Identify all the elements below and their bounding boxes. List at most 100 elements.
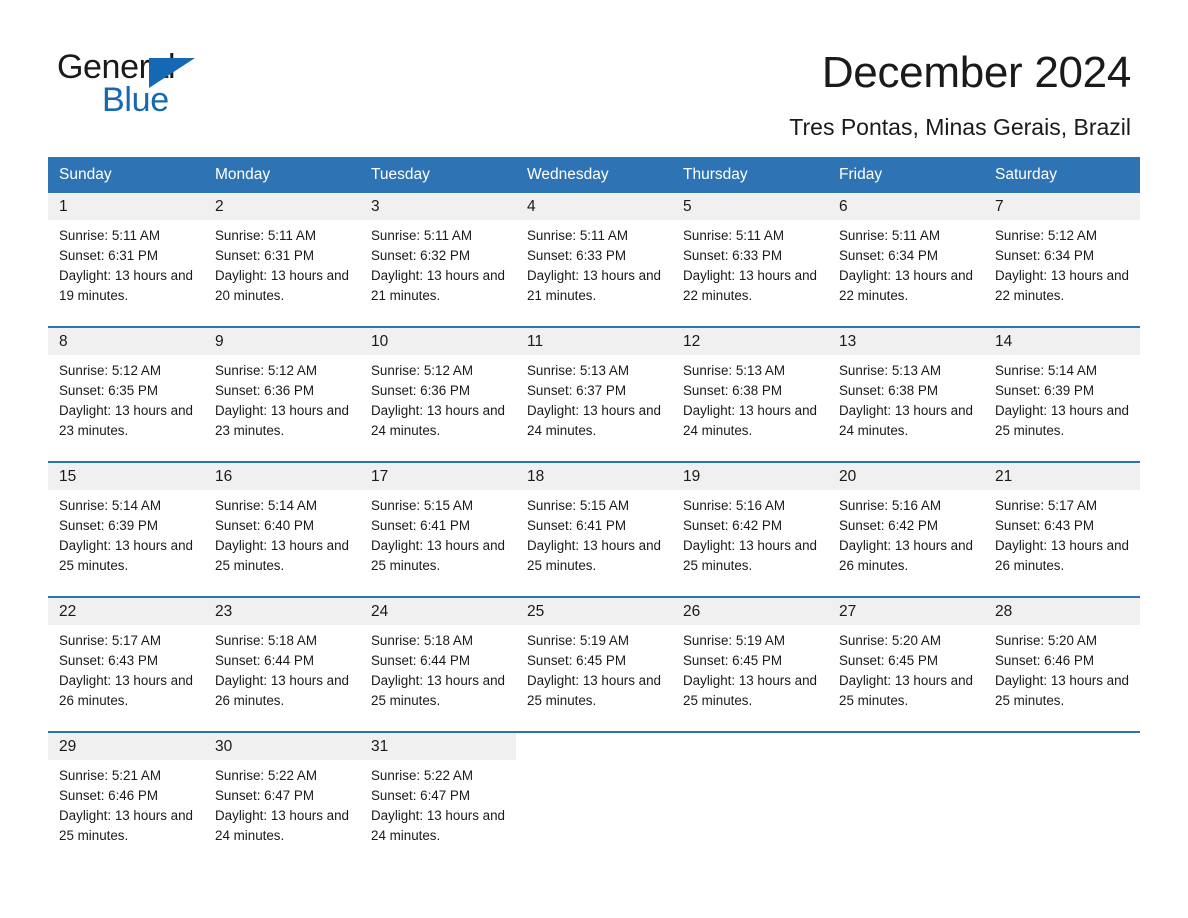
- day-cell[interactable]: 31 Sunrise: 5:22 AM Sunset: 6:47 PM Dayl…: [360, 731, 516, 866]
- day-number: 22: [48, 598, 204, 625]
- day-details: Sunrise: 5:11 AM Sunset: 6:34 PM Dayligh…: [828, 220, 984, 306]
- day-details: Sunrise: 5:20 AM Sunset: 6:45 PM Dayligh…: [828, 625, 984, 711]
- sunrise-text: Sunrise: 5:15 AM: [527, 498, 629, 513]
- day-cell[interactable]: 15 Sunrise: 5:14 AM Sunset: 6:39 PM Dayl…: [48, 461, 204, 597]
- day-cell[interactable]: 28 Sunrise: 5:20 AM Sunset: 6:46 PM Dayl…: [984, 596, 1140, 732]
- sunrise-text: Sunrise: 5:18 AM: [371, 633, 473, 648]
- day-cell[interactable]: 29 Sunrise: 5:21 AM Sunset: 6:46 PM Dayl…: [48, 731, 204, 866]
- day-number: 24: [360, 598, 516, 625]
- sunrise-text: Sunrise: 5:19 AM: [683, 633, 785, 648]
- day-cell[interactable]: 18 Sunrise: 5:15 AM Sunset: 6:41 PM Dayl…: [516, 461, 672, 597]
- day-cell[interactable]: 19 Sunrise: 5:16 AM Sunset: 6:42 PM Dayl…: [672, 461, 828, 597]
- day-cell[interactable]: 6 Sunrise: 5:11 AM Sunset: 6:34 PM Dayli…: [828, 193, 984, 327]
- weekday-header-sunday: Sunday: [48, 157, 204, 193]
- daylight-text: Daylight: 13 hours and 25 minutes.: [995, 403, 1129, 438]
- day-cell[interactable]: 25 Sunrise: 5:19 AM Sunset: 6:45 PM Dayl…: [516, 596, 672, 732]
- daylight-text: Daylight: 13 hours and 25 minutes.: [527, 538, 661, 573]
- day-cell[interactable]: 1 Sunrise: 5:11 AM Sunset: 6:31 PM Dayli…: [48, 193, 204, 327]
- day-cell[interactable]: 2 Sunrise: 5:11 AM Sunset: 6:31 PM Dayli…: [204, 193, 360, 327]
- sunset-text: Sunset: 6:34 PM: [995, 248, 1094, 263]
- sunset-text: Sunset: 6:33 PM: [527, 248, 626, 263]
- day-details: Sunrise: 5:19 AM Sunset: 6:45 PM Dayligh…: [516, 625, 672, 711]
- sunset-text: Sunset: 6:33 PM: [683, 248, 782, 263]
- daylight-text: Daylight: 13 hours and 26 minutes.: [995, 538, 1129, 573]
- daylight-text: Daylight: 13 hours and 23 minutes.: [215, 403, 349, 438]
- sunset-text: Sunset: 6:44 PM: [371, 653, 470, 668]
- day-cell[interactable]: 9 Sunrise: 5:12 AM Sunset: 6:36 PM Dayli…: [204, 326, 360, 462]
- day-number: 30: [204, 733, 360, 760]
- daylight-text: Daylight: 13 hours and 26 minutes.: [59, 673, 193, 708]
- sunset-text: Sunset: 6:39 PM: [995, 383, 1094, 398]
- day-cell[interactable]: 22 Sunrise: 5:17 AM Sunset: 6:43 PM Dayl…: [48, 596, 204, 732]
- sunset-text: Sunset: 6:42 PM: [839, 518, 938, 533]
- day-details: Sunrise: 5:12 AM Sunset: 6:35 PM Dayligh…: [48, 355, 204, 441]
- day-details: Sunrise: 5:18 AM Sunset: 6:44 PM Dayligh…: [360, 625, 516, 711]
- page-title: December 2024: [821, 48, 1131, 97]
- day-number: 14: [984, 328, 1140, 355]
- sunrise-text: Sunrise: 5:19 AM: [527, 633, 629, 648]
- day-number: 19: [672, 463, 828, 490]
- sunset-text: Sunset: 6:45 PM: [527, 653, 626, 668]
- day-number: 15: [48, 463, 204, 490]
- sunrise-text: Sunrise: 5:20 AM: [995, 633, 1097, 648]
- day-details: Sunrise: 5:11 AM Sunset: 6:31 PM Dayligh…: [48, 220, 204, 306]
- sunrise-text: Sunrise: 5:17 AM: [59, 633, 161, 648]
- calendar-week-row: 22 Sunrise: 5:17 AM Sunset: 6:43 PM Dayl…: [48, 596, 1140, 732]
- day-cell-empty: [672, 731, 828, 866]
- day-details: Sunrise: 5:22 AM Sunset: 6:47 PM Dayligh…: [204, 760, 360, 846]
- day-cell[interactable]: 24 Sunrise: 5:18 AM Sunset: 6:44 PM Dayl…: [360, 596, 516, 732]
- day-details: Sunrise: 5:21 AM Sunset: 6:46 PM Dayligh…: [48, 760, 204, 846]
- sunset-text: Sunset: 6:41 PM: [527, 518, 626, 533]
- day-number: 13: [828, 328, 984, 355]
- day-cell[interactable]: 21 Sunrise: 5:17 AM Sunset: 6:43 PM Dayl…: [984, 461, 1140, 597]
- sunset-text: Sunset: 6:45 PM: [839, 653, 938, 668]
- calendar-week-row: 8 Sunrise: 5:12 AM Sunset: 6:35 PM Dayli…: [48, 326, 1140, 462]
- day-cell[interactable]: 30 Sunrise: 5:22 AM Sunset: 6:47 PM Dayl…: [204, 731, 360, 866]
- day-cell[interactable]: 14 Sunrise: 5:14 AM Sunset: 6:39 PM Dayl…: [984, 326, 1140, 462]
- sunrise-text: Sunrise: 5:12 AM: [215, 363, 317, 378]
- day-cell[interactable]: 4 Sunrise: 5:11 AM Sunset: 6:33 PM Dayli…: [516, 193, 672, 327]
- day-cell[interactable]: 27 Sunrise: 5:20 AM Sunset: 6:45 PM Dayl…: [828, 596, 984, 732]
- page-subtitle-location: Tres Pontas, Minas Gerais, Brazil: [789, 114, 1131, 140]
- day-cell[interactable]: 23 Sunrise: 5:18 AM Sunset: 6:44 PM Dayl…: [204, 596, 360, 732]
- daylight-text: Daylight: 13 hours and 25 minutes.: [995, 673, 1129, 708]
- day-details: Sunrise: 5:17 AM Sunset: 6:43 PM Dayligh…: [984, 490, 1140, 576]
- day-number: 26: [672, 598, 828, 625]
- day-cell[interactable]: 11 Sunrise: 5:13 AM Sunset: 6:37 PM Dayl…: [516, 326, 672, 462]
- day-number: 8: [48, 328, 204, 355]
- daylight-text: Daylight: 13 hours and 24 minutes.: [527, 403, 661, 438]
- sunrise-text: Sunrise: 5:14 AM: [215, 498, 317, 513]
- day-cell[interactable]: 12 Sunrise: 5:13 AM Sunset: 6:38 PM Dayl…: [672, 326, 828, 462]
- day-cell[interactable]: 7 Sunrise: 5:12 AM Sunset: 6:34 PM Dayli…: [984, 193, 1140, 327]
- day-cell[interactable]: 10 Sunrise: 5:12 AM Sunset: 6:36 PM Dayl…: [360, 326, 516, 462]
- daylight-text: Daylight: 13 hours and 21 minutes.: [527, 268, 661, 303]
- day-number: 4: [516, 193, 672, 220]
- sunset-text: Sunset: 6:34 PM: [839, 248, 938, 263]
- day-cell[interactable]: 17 Sunrise: 5:15 AM Sunset: 6:41 PM Dayl…: [360, 461, 516, 597]
- sunrise-text: Sunrise: 5:11 AM: [215, 228, 316, 243]
- sunset-text: Sunset: 6:32 PM: [371, 248, 470, 263]
- sunset-text: Sunset: 6:47 PM: [371, 788, 470, 803]
- day-cell[interactable]: 8 Sunrise: 5:12 AM Sunset: 6:35 PM Dayli…: [48, 326, 204, 462]
- calendar-page: General Blue December 2024 Tres Pontas, …: [0, 0, 1188, 918]
- sunrise-text: Sunrise: 5:14 AM: [59, 498, 161, 513]
- day-details: Sunrise: 5:11 AM Sunset: 6:33 PM Dayligh…: [516, 220, 672, 306]
- day-details: Sunrise: 5:20 AM Sunset: 6:46 PM Dayligh…: [984, 625, 1140, 711]
- weekday-header-tuesday: Tuesday: [360, 157, 516, 193]
- day-cell[interactable]: 26 Sunrise: 5:19 AM Sunset: 6:45 PM Dayl…: [672, 596, 828, 732]
- day-cell[interactable]: 20 Sunrise: 5:16 AM Sunset: 6:42 PM Dayl…: [828, 461, 984, 597]
- day-cell[interactable]: 3 Sunrise: 5:11 AM Sunset: 6:32 PM Dayli…: [360, 193, 516, 327]
- calendar-week-row: 1 Sunrise: 5:11 AM Sunset: 6:31 PM Dayli…: [48, 193, 1140, 327]
- day-number: 10: [360, 328, 516, 355]
- day-number: 21: [984, 463, 1140, 490]
- sunset-text: Sunset: 6:35 PM: [59, 383, 158, 398]
- generalblue-logo[interactable]: General Blue: [57, 48, 257, 123]
- sunrise-text: Sunrise: 5:12 AM: [59, 363, 161, 378]
- day-cell[interactable]: 16 Sunrise: 5:14 AM Sunset: 6:40 PM Dayl…: [204, 461, 360, 597]
- sunset-text: Sunset: 6:45 PM: [683, 653, 782, 668]
- day-cell[interactable]: 13 Sunrise: 5:13 AM Sunset: 6:38 PM Dayl…: [828, 326, 984, 462]
- day-cell[interactable]: 5 Sunrise: 5:11 AM Sunset: 6:33 PM Dayli…: [672, 193, 828, 327]
- daylight-text: Daylight: 13 hours and 24 minutes.: [215, 808, 349, 843]
- day-details: Sunrise: 5:19 AM Sunset: 6:45 PM Dayligh…: [672, 625, 828, 711]
- day-number: 23: [204, 598, 360, 625]
